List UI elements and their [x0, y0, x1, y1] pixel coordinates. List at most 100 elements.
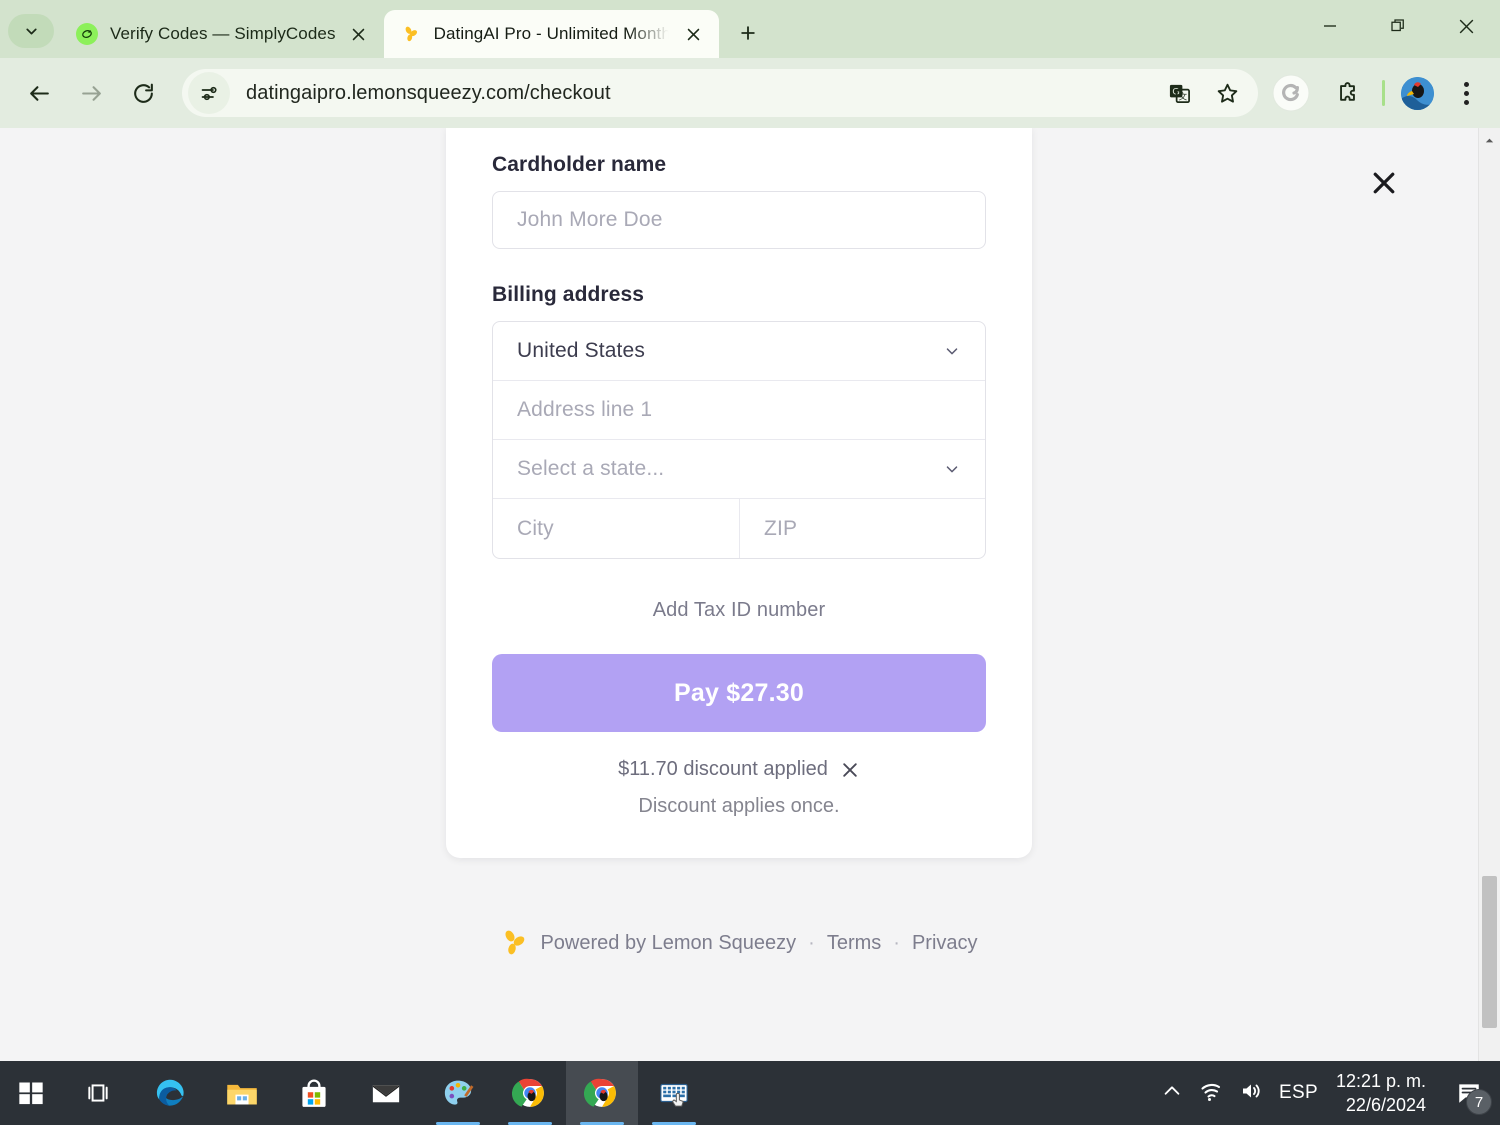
language-indicator[interactable]: ESP	[1279, 1082, 1318, 1104]
discount-applied-text: $11.70 discount applied	[618, 758, 828, 780]
add-tax-id-link[interactable]: Add Tax ID number	[492, 599, 986, 622]
paint-icon	[444, 1080, 474, 1105]
back-arrow-icon	[29, 85, 49, 101]
city-placeholder: City	[517, 516, 554, 540]
country-value: United States	[517, 339, 646, 362]
close-modal-icon	[1373, 172, 1395, 194]
close-window-button[interactable]	[1432, 0, 1500, 52]
billing-address-group: United States Address line 1 Select a st…	[492, 321, 986, 559]
footer-separator: ·	[808, 931, 815, 954]
browser-menu-button[interactable]	[1446, 70, 1486, 116]
close-checkout-button[interactable]	[1362, 161, 1406, 205]
taskbar-google-chrome-2[interactable]	[566, 1061, 638, 1125]
clock[interactable]: 12:21 p. m. 22/6/2024	[1330, 1069, 1438, 1118]
profile-avatar[interactable]	[1401, 76, 1434, 110]
billing-address-label: Billing address	[492, 283, 645, 306]
tab-title: DatingAI Pro - Unlimited Month	[433, 24, 671, 43]
taskbar-microsoft-edge[interactable]	[134, 1061, 206, 1125]
cardholder-name-label: Cardholder name	[492, 153, 667, 176]
tab-verify-codes[interactable]: Verify Codes — SimplyCodes	[60, 10, 384, 58]
taskbar-file-explorer[interactable]	[206, 1061, 278, 1125]
country-select[interactable]: United States	[493, 322, 985, 381]
simplycodes-favicon	[76, 23, 98, 45]
lemonsqueezy-favicon	[400, 23, 422, 45]
file-explorer-icon	[227, 1084, 257, 1105]
taskbar-touch-keyboard[interactable]	[638, 1061, 710, 1125]
terms-link[interactable]: Terms	[827, 932, 881, 955]
window-controls	[1296, 0, 1500, 52]
page-scrollbar[interactable]	[1478, 128, 1500, 1125]
clock-date: 22/6/2024	[1345, 1095, 1426, 1115]
zip-input[interactable]: ZIP	[739, 499, 985, 558]
reload-icon	[133, 83, 153, 103]
volume-button[interactable]	[1239, 1079, 1263, 1108]
pay-button[interactable]: Pay $27.30	[492, 654, 986, 732]
speaker-icon	[1243, 1084, 1260, 1097]
tab-close-button[interactable]	[681, 21, 707, 47]
forward-arrow-icon	[81, 85, 101, 101]
svg-text:文: 文	[1178, 90, 1187, 101]
puzzle-piece-icon	[1339, 81, 1355, 101]
site-settings-button[interactable]	[188, 72, 230, 114]
network-button[interactable]	[1199, 1079, 1223, 1108]
privacy-link[interactable]: Privacy	[912, 932, 978, 955]
google-chrome-icon	[512, 1078, 544, 1107]
translate-icon: G 文	[1169, 84, 1190, 103]
forward-button[interactable]	[66, 68, 116, 118]
back-button[interactable]	[14, 68, 64, 118]
page-footer: Powered by Lemon Squeezy · Terms · Priva…	[500, 928, 978, 958]
address-line-1-placeholder: Address line 1	[517, 398, 653, 421]
taskbar-google-chrome-1[interactable]	[494, 1061, 566, 1125]
translate-button[interactable]: G 文	[1158, 72, 1200, 114]
taskbar-mail[interactable]	[350, 1061, 422, 1125]
state-select[interactable]: Select a state...	[493, 440, 985, 499]
chevron-down-icon	[943, 460, 961, 478]
clock-time: 12:21 p. m.	[1335, 1070, 1426, 1091]
minimize-icon	[1324, 25, 1336, 27]
extensions-button[interactable]	[1324, 70, 1370, 116]
scrollbar-thumb[interactable]	[1482, 876, 1497, 1028]
show-hidden-icons-button[interactable]	[1161, 1080, 1183, 1107]
wifi-icon	[1201, 1083, 1221, 1101]
page-viewport: Cardholder name John More Doe Billing ad…	[0, 128, 1500, 1125]
bookmark-button[interactable]	[1206, 72, 1248, 114]
minimize-button[interactable]	[1296, 0, 1364, 52]
taskbar-paint[interactable]	[422, 1061, 494, 1125]
task-view-icon	[88, 1084, 108, 1102]
chevron-down-icon	[943, 342, 961, 360]
restore-icon	[1391, 19, 1404, 32]
city-zip-row: City ZIP	[493, 499, 985, 558]
tab-datingai-pro[interactable]: DatingAI Pro - Unlimited Month	[383, 10, 719, 58]
address-bar[interactable]: datingaipro.lemonsqueezy.com/checkout G …	[182, 69, 1258, 117]
scroll-up-arrow	[1485, 138, 1494, 142]
taskbar-microsoft-store[interactable]	[278, 1061, 350, 1125]
address-line-1-input[interactable]: Address line 1	[493, 381, 985, 440]
discount-applied-row: $11.70 discount applied	[492, 758, 986, 781]
reload-button[interactable]	[118, 68, 168, 118]
city-input[interactable]: City	[493, 499, 739, 558]
task-view-button[interactable]	[62, 1061, 134, 1125]
remove-discount-button[interactable]	[840, 760, 860, 780]
start-button[interactable]	[0, 1061, 62, 1125]
chevron-down-icon	[25, 28, 37, 34]
plus-icon	[741, 26, 755, 40]
state-placeholder: Select a state...	[517, 457, 665, 480]
tab-close-button[interactable]	[346, 21, 372, 47]
discount-note: Discount applies once.	[638, 795, 840, 817]
scroll-up-button[interactable]	[1479, 130, 1500, 150]
tab-search-button[interactable]	[8, 14, 54, 48]
checkout-page: Cardholder name John More Doe Billing ad…	[0, 128, 1478, 1125]
extension-circle-icon	[1272, 74, 1310, 112]
url-text: datingaipro.lemonsqueezy.com/checkout	[246, 81, 611, 104]
action-center-button[interactable]: 7	[1438, 1061, 1500, 1125]
star-icon	[1217, 83, 1237, 103]
mail-icon	[372, 1085, 400, 1103]
cardholder-name-input[interactable]: John More Doe	[492, 191, 986, 249]
browser-toolbar: datingaipro.lemonsqueezy.com/checkout G …	[0, 58, 1500, 128]
new-tab-button[interactable]	[729, 14, 767, 52]
restore-button[interactable]	[1364, 0, 1432, 52]
extension-circle-button[interactable]	[1268, 70, 1314, 116]
remove-discount-icon	[843, 762, 857, 777]
windows-taskbar: ESP 12:21 p. m. 22/6/2024 7	[0, 1061, 1500, 1125]
site-settings-icon	[201, 86, 217, 100]
